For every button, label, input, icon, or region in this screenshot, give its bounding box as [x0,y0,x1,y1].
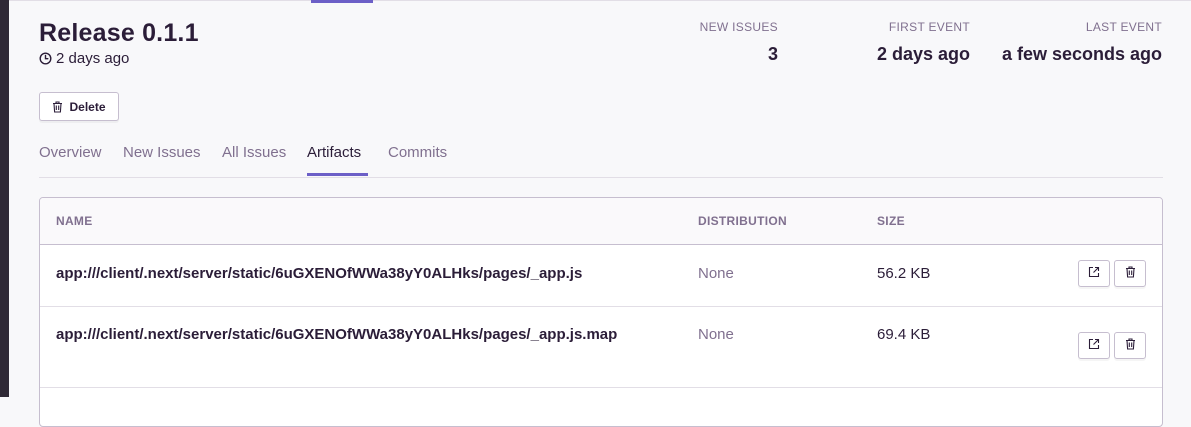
delete-button-label: Delete [69,99,106,114]
artifact-distribution: None [698,265,734,282]
release-date-text: 2 days ago [56,50,130,67]
stat-label: FIRST EVENT [888,20,970,34]
column-header-name: NAME [56,214,93,228]
release-tabs: Overview New Issues All Issues Artifacts… [39,144,1163,178]
trash-icon [1125,337,1136,355]
table-header: NAME DISTRIBUTION SIZE [40,198,1162,245]
stat-new-issues: NEW ISSUES 3 [700,20,778,65]
stat-last-event: LAST EVENT a few seconds ago [1002,20,1162,65]
artifact-distribution: None [698,326,734,343]
tab-new-issues[interactable]: New Issues [123,144,201,176]
open-artifact-button[interactable] [1078,332,1110,359]
stat-value: 3 [767,44,778,64]
tab-overview[interactable]: Overview [39,144,102,176]
delete-artifact-button[interactable] [1114,260,1146,287]
stat-label: LAST EVENT [1085,20,1162,34]
top-divider [9,0,1191,1]
top-nav-active-indicator [311,0,373,3]
tab-all-issues[interactable]: All Issues [222,144,286,176]
column-header-size: SIZE [877,214,905,228]
open-artifact-button[interactable] [1078,260,1110,287]
trash-icon [52,100,63,113]
stat-value: 2 days ago [876,44,970,64]
stat-label: NEW ISSUES [699,20,778,34]
artifact-size: 56.2 KB [877,265,931,282]
page-title: Release 0.1.1 [39,19,199,47]
artifact-name: app:///client/.next/server/static/6uGXEN… [56,326,618,343]
artifact-name: app:///client/.next/server/static/6uGXEN… [56,265,583,282]
delete-artifact-button[interactable] [1114,332,1146,359]
delete-release-button[interactable]: Delete [39,92,119,121]
table-row: app:///client/.next/server/static/6uGXEN… [40,306,1162,388]
external-link-icon [1088,265,1100,283]
tab-artifacts[interactable]: Artifacts [307,144,368,176]
artifact-size: 69.4 KB [877,326,931,343]
stat-value: a few seconds ago [1001,44,1162,64]
release-date: 2 days ago [39,50,129,67]
external-link-icon [1088,337,1100,355]
trash-icon [1125,265,1136,283]
table-row [40,388,1162,426]
table-row: app:///client/.next/server/static/6uGXEN… [40,245,1162,307]
stat-first-event: FIRST EVENT 2 days ago [877,20,970,65]
artifacts-table: NAME DISTRIBUTION SIZE app:///client/.ne… [39,197,1163,427]
column-header-distribution: DISTRIBUTION [698,214,787,228]
clock-icon [39,52,52,65]
sidebar-edge [0,0,9,397]
tab-commits[interactable]: Commits [388,144,447,176]
